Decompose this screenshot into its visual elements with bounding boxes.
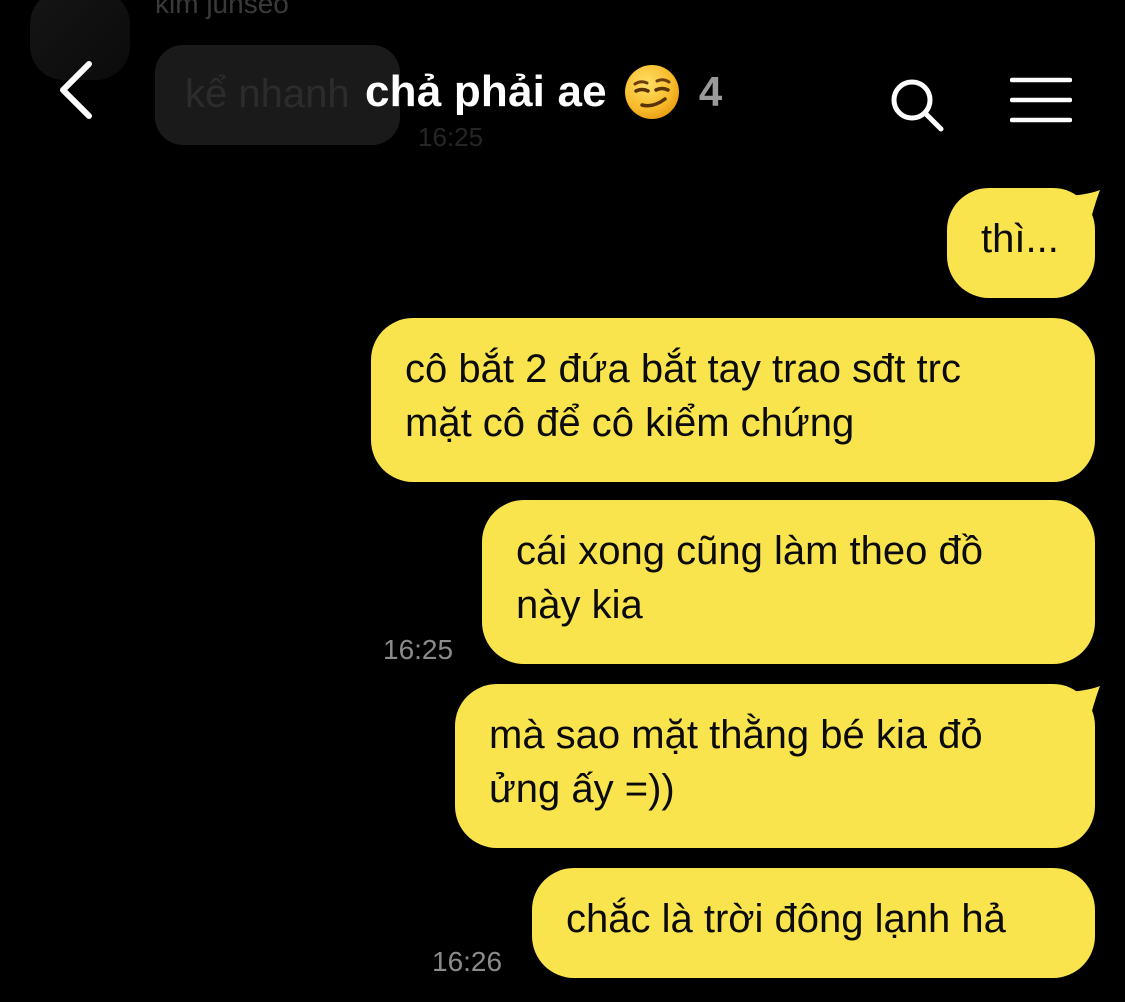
message-text: cái xong cũng làm theo đồ xyxy=(516,529,983,573)
message-text: thì... xyxy=(981,217,1059,261)
message-text: này kia xyxy=(516,583,643,627)
sent-message-bubble[interactable]: thì... xyxy=(947,188,1095,298)
message-text: ửng ấy =)) xyxy=(489,767,675,811)
back-icon[interactable] xyxy=(55,58,105,122)
search-icon[interactable] xyxy=(888,76,946,134)
message-text: chắc là trời đông lạnh hả xyxy=(566,897,1006,941)
sent-message-bubble[interactable]: chắc là trời đông lạnh hả xyxy=(532,868,1095,978)
message-time: 16:26 xyxy=(432,946,503,977)
message-text: mà sao mặt thằng bé kia đỏ xyxy=(489,713,983,757)
message-text: mặt cô để cô kiểm chứng xyxy=(405,401,855,445)
chat-title: chả phải ae xyxy=(365,67,607,116)
chat-header: chả phải ae 4 xyxy=(0,0,1125,170)
chat-title-group[interactable]: chả phải ae 4 xyxy=(365,62,722,122)
sent-message-bubble[interactable]: cái xong cũng làm theo đồ này kia xyxy=(482,500,1095,664)
message-text: cô bắt 2 đứa bắt tay trao sđt trc xyxy=(405,347,961,391)
message-time: 16:25 xyxy=(383,634,454,665)
sent-message-bubble[interactable]: cô bắt 2 đứa bắt tay trao sđt trc mặt cô… xyxy=(371,318,1095,482)
sent-message-bubble[interactable]: mà sao mặt thằng bé kia đỏ ửng ấy =)) xyxy=(455,684,1095,848)
menu-icon[interactable] xyxy=(1010,76,1072,124)
smirking-face-emoji-icon xyxy=(624,65,679,119)
member-count: 4 xyxy=(698,68,723,115)
